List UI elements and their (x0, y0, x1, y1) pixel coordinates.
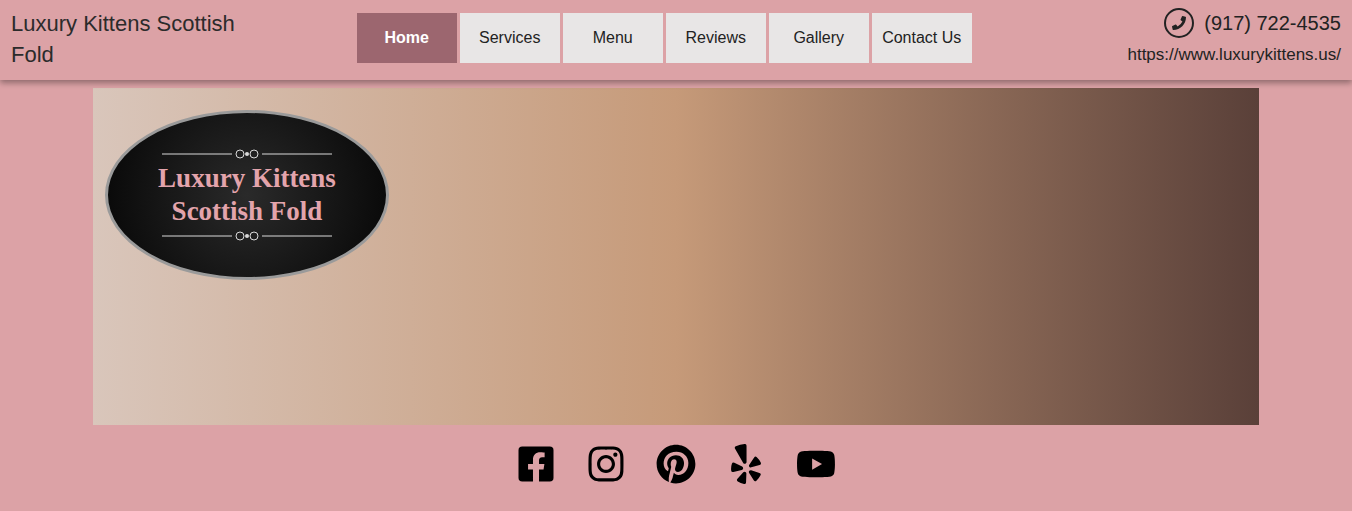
hero-photo: Luxury KittensScottish Fold (93, 88, 1259, 425)
hero-wrap: Luxury KittensScottish Fold (0, 80, 1352, 425)
pinterest-icon[interactable] (656, 444, 696, 484)
yelp-icon[interactable] (726, 444, 766, 484)
site-title[interactable]: Luxury Kittens Scottish Fold (11, 0, 281, 70)
page: Luxury Kittens Scottish Fold HomeServices… (0, 0, 1352, 511)
social-row (0, 425, 1352, 484)
site-url[interactable]: https://www.luxurykittens.us/ (1127, 42, 1341, 68)
nav-button[interactable]: Services (460, 13, 560, 63)
nav-button[interactable]: Reviews (666, 13, 766, 63)
logo-ornament-top (162, 147, 332, 161)
logo-line: Luxury Kittens (158, 163, 336, 194)
logo: Luxury KittensScottish Fold (105, 110, 389, 280)
main-nav: HomeServicesMenuReviewsGalleryContact Us (357, 0, 972, 63)
contact-info: (917) 722-4535 https://www.luxurykittens.… (1127, 0, 1341, 68)
phone[interactable]: (917) 722-4535 (1164, 8, 1341, 38)
phone-icon (1164, 8, 1194, 38)
nav-button[interactable]: Home (357, 13, 457, 63)
youtube-icon[interactable] (796, 444, 836, 484)
nav-button[interactable]: Contact Us (872, 13, 972, 63)
top-bar: Luxury Kittens Scottish Fold HomeServices… (0, 0, 1352, 80)
nav-button[interactable]: Gallery (769, 13, 869, 63)
instagram-icon[interactable] (586, 444, 626, 484)
logo-ornament-bottom (162, 229, 332, 243)
nav-button[interactable]: Menu (563, 13, 663, 63)
logo-line: Scottish Fold (172, 196, 323, 227)
facebook-icon[interactable] (516, 444, 556, 484)
